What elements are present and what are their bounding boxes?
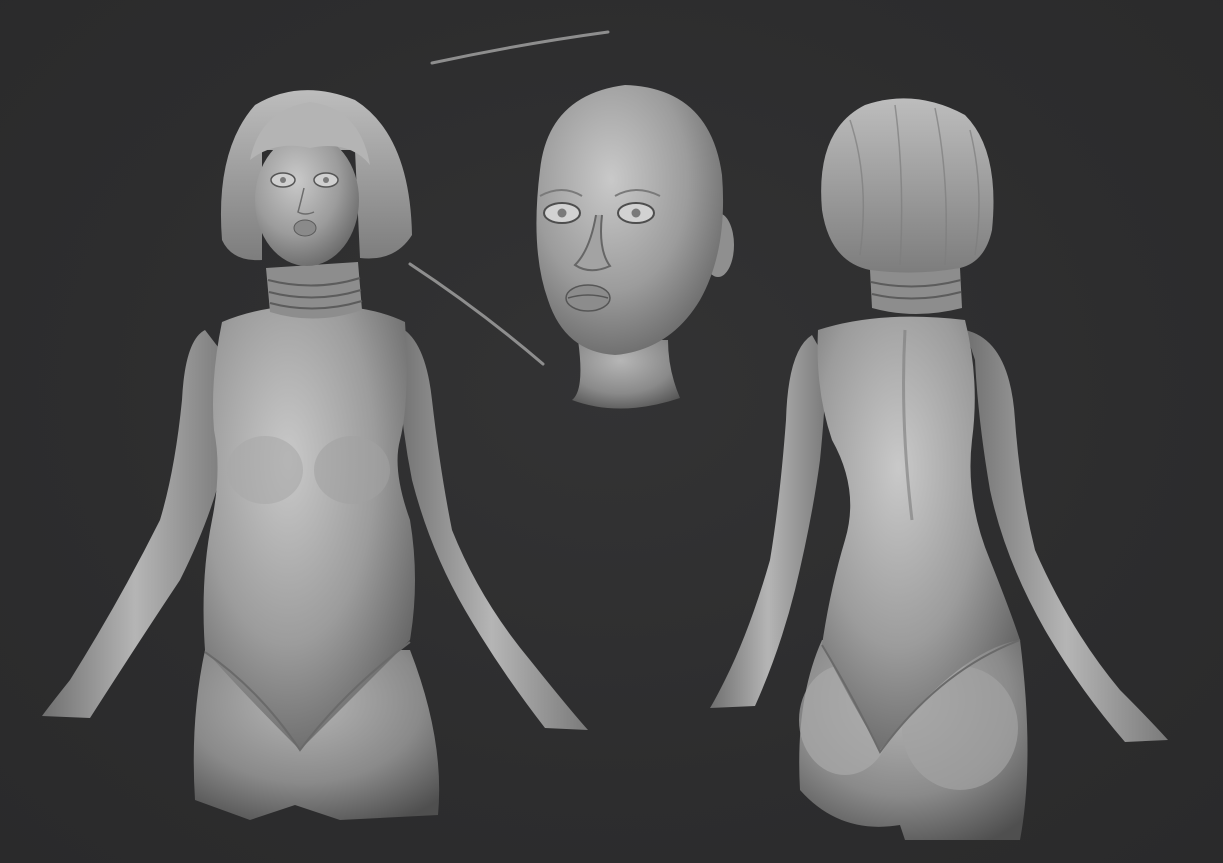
closeup-lips — [565, 284, 611, 312]
front-chest-left — [227, 436, 303, 504]
front-lips — [293, 219, 317, 237]
front-neck-collar — [266, 262, 362, 319]
front-right-arm — [395, 325, 588, 730]
sculpt-render — [42, 30, 1168, 840]
back-hair — [821, 98, 994, 273]
back-figure — [710, 98, 1168, 840]
back-neck-collar — [870, 268, 962, 314]
front-left-arm — [42, 330, 229, 718]
head-closeup — [536, 85, 734, 409]
front-chest-right — [314, 436, 390, 504]
connector-stroke-middle — [408, 262, 545, 366]
front-figure — [42, 90, 588, 820]
front-face — [255, 134, 359, 266]
back-left-arm — [710, 335, 826, 708]
connector-stroke-top — [430, 30, 610, 65]
sculpt-render-canvas — [0, 0, 1223, 863]
